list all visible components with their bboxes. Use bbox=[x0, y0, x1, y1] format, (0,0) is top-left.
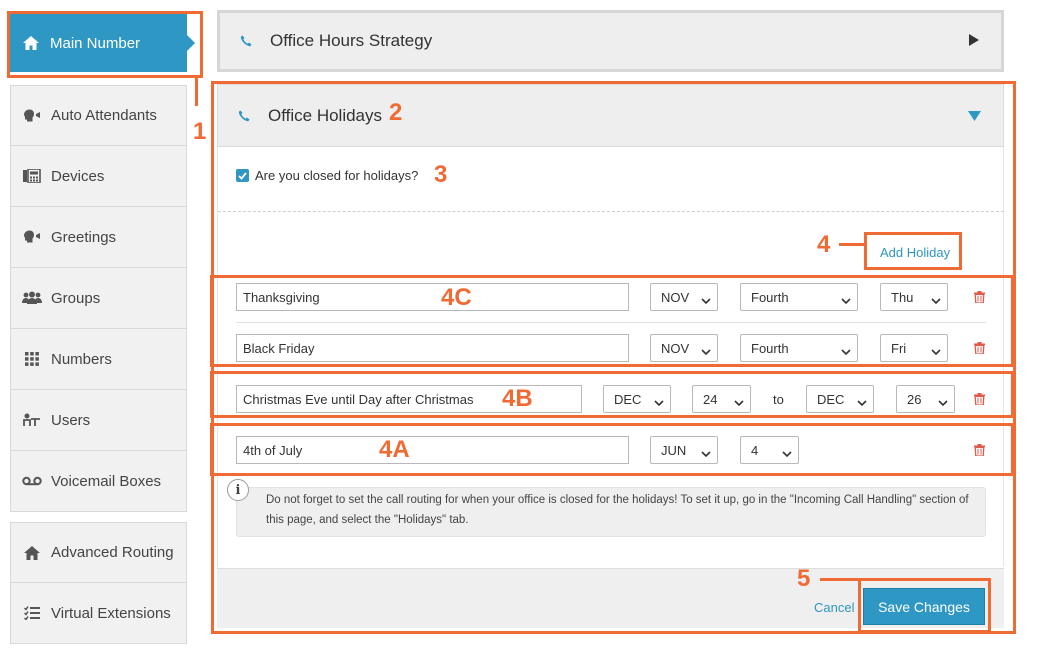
annotation-label-2: 2 bbox=[389, 99, 403, 126]
annotation-label-4: 4 bbox=[817, 231, 831, 258]
annotation-label-1: 1 bbox=[193, 118, 207, 145]
sidebar-item-devices[interactable]: Devices bbox=[10, 146, 187, 207]
sidebar-item-users[interactable]: Users bbox=[10, 390, 187, 451]
sidebar-item-label: Greetings bbox=[51, 228, 117, 246]
sidebar-item-groups[interactable]: Groups bbox=[10, 268, 187, 329]
grid-icon bbox=[21, 352, 43, 366]
sidebar-item-voicemail-boxes[interactable]: Voicemail Boxes bbox=[10, 451, 187, 512]
voicemail-icon bbox=[21, 476, 43, 486]
annotation-label-3: 3 bbox=[434, 161, 448, 188]
list-icon bbox=[21, 606, 43, 620]
user-desk-icon bbox=[21, 413, 43, 427]
fax-machine-icon bbox=[21, 169, 43, 183]
annotation-box-5 bbox=[858, 578, 991, 633]
caret-right-icon[interactable] bbox=[969, 31, 979, 51]
panel-office-hours-strategy[interactable]: Office Hours Strategy bbox=[217, 10, 1004, 72]
annotation-box-4a bbox=[210, 423, 1014, 476]
sidebar-item-label: Virtual Extensions bbox=[51, 604, 171, 622]
sidebar-item-label: Numbers bbox=[51, 350, 112, 368]
phone-icon bbox=[240, 35, 252, 47]
sidebar-item-advanced-routing[interactable]: Advanced Routing bbox=[10, 522, 187, 583]
annotation-box-1 bbox=[7, 11, 203, 78]
sidebar-item-label: Advanced Routing bbox=[51, 544, 174, 561]
sidebar-item-numbers[interactable]: Numbers bbox=[10, 329, 187, 390]
annotation-label-5: 5 bbox=[797, 565, 811, 592]
sidebar-item-virtual-extensions[interactable]: Virtual Extensions bbox=[10, 583, 187, 644]
speaker-head-icon bbox=[21, 230, 43, 244]
panel-title: Office Hours Strategy bbox=[270, 31, 433, 50]
annotation-label-4a: 4A bbox=[379, 436, 410, 463]
annotation-leader-5 bbox=[820, 578, 860, 581]
speaker-head-icon bbox=[21, 109, 43, 123]
sidebar-item-greetings[interactable]: Greetings bbox=[10, 207, 187, 268]
annotation-box-4b bbox=[210, 371, 1014, 418]
home-icon bbox=[21, 545, 43, 560]
annotation-leader-4 bbox=[839, 243, 865, 246]
annotation-leader-1 bbox=[195, 76, 198, 106]
users-icon bbox=[21, 291, 43, 305]
sidebar-item-label: Devices bbox=[51, 167, 105, 185]
annotation-label-4b: 4B bbox=[502, 385, 533, 412]
annotation-label-4c: 4C bbox=[441, 284, 472, 311]
sidebar-item-label: Auto Attendants bbox=[51, 107, 157, 124]
sidebar-item-label: Users bbox=[51, 411, 91, 429]
sidebar-item-label: Groups bbox=[51, 289, 101, 307]
annotation-box-4 bbox=[864, 232, 962, 270]
sidebar-item-label: Voicemail Boxes bbox=[51, 472, 162, 490]
annotation-box-4c bbox=[210, 275, 1014, 367]
sidebar-item-auto-attendants[interactable]: Auto Attendants bbox=[10, 85, 187, 146]
